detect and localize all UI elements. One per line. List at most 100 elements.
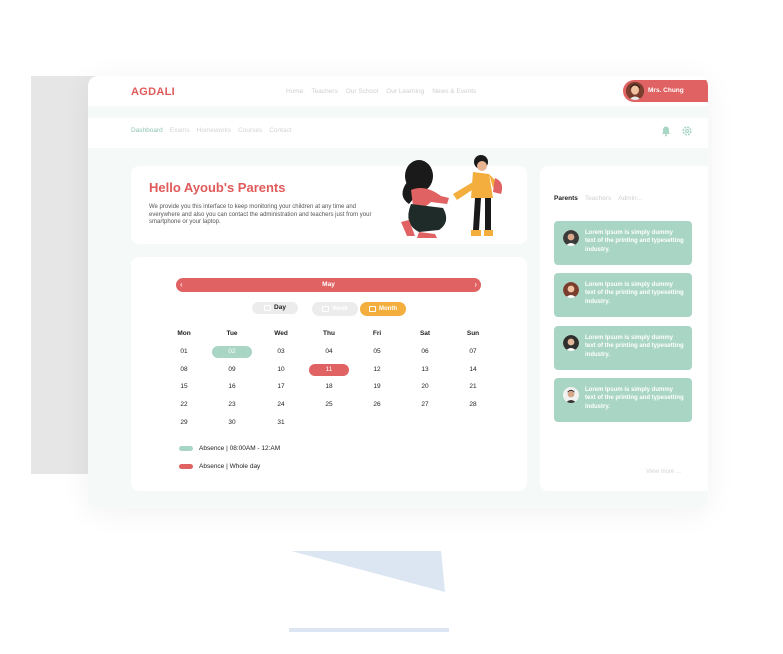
view-day-button[interactable]: Day xyxy=(252,302,298,314)
month-switcher: ‹ May › xyxy=(176,278,481,292)
calendar-card: ‹ May › Day Week Month Mon Tue Wed Thu F… xyxy=(131,257,527,491)
view-week-button[interactable]: Week xyxy=(312,302,358,316)
app-window: AGDALI Home Teachers Our School Our Lear… xyxy=(88,76,708,508)
legend-swatch-red xyxy=(179,464,193,469)
calendar-icon xyxy=(322,306,330,312)
calendar-day[interactable]: 19 xyxy=(357,381,397,393)
weekday-fri: Fri xyxy=(372,330,382,337)
view-month-button[interactable]: Month xyxy=(360,302,406,316)
calendar-day[interactable]: 10 xyxy=(261,364,301,376)
calendar-day[interactable]: 03 xyxy=(261,346,301,358)
weekday-wed: Wed xyxy=(274,330,288,337)
calendar-day[interactable]: 05 xyxy=(357,346,397,358)
legend-partial-absence: Absence | 08:00AM - 12:AM xyxy=(179,445,280,452)
message-card[interactable]: Lorem Ipsum is simply dummy text of the … xyxy=(554,221,692,265)
legend-label: Absence | Whole day xyxy=(199,463,261,470)
subnav-contact[interactable]: Contact xyxy=(269,127,291,134)
calendar-day[interactable]: 29 xyxy=(164,417,204,429)
legend-full-absence: Absence | Whole day xyxy=(179,463,260,470)
subnav-courses[interactable]: Courses xyxy=(238,127,262,134)
view-more-link[interactable]: View more ... xyxy=(646,469,681,475)
messages-panel: Parents Teachers Admin... Lorem Ipsum is… xyxy=(540,166,708,491)
calendar-day[interactable]: 24 xyxy=(261,399,301,411)
calendar-day[interactable]: 31 xyxy=(261,417,301,429)
user-name: Mrs. Chung xyxy=(648,87,684,94)
top-nav: Home Teachers Our School Our Learning Ne… xyxy=(286,88,476,95)
calendar-day[interactable]: 07 xyxy=(453,346,493,358)
calendar-day-partial-absence[interactable]: 02 xyxy=(212,346,252,358)
avatar xyxy=(563,335,579,351)
calendar-day[interactable]: 08 xyxy=(164,364,204,376)
parent-child-illustration xyxy=(401,155,503,238)
calendar-day[interactable]: 16 xyxy=(212,381,252,393)
welcome-title: Hello Ayoub's Parents xyxy=(149,180,286,195)
calendar-icon xyxy=(264,305,272,311)
weekday-thu: Thu xyxy=(323,330,335,337)
message-text: Lorem Ipsum is simply dummy text of the … xyxy=(585,282,684,305)
calendar-icon xyxy=(369,306,376,312)
chevron-right-icon[interactable]: › xyxy=(474,280,477,289)
messages-tabs: Parents Teachers Admin... xyxy=(554,195,642,202)
calendar-day[interactable]: 27 xyxy=(405,399,445,411)
monitor-stand-base xyxy=(289,628,449,632)
weekday-sat: Sat xyxy=(419,330,431,337)
calendar-day[interactable]: 28 xyxy=(453,399,493,411)
calendar-day[interactable]: 23 xyxy=(212,399,252,411)
calendar-day[interactable]: 26 xyxy=(357,399,397,411)
weekday-sun: Sun xyxy=(466,330,480,337)
avatar xyxy=(626,82,644,100)
calendar-day[interactable]: 25 xyxy=(309,399,349,411)
message-text: Lorem Ipsum is simply dummy text of the … xyxy=(585,230,684,253)
weekday-tue: Tue xyxy=(226,330,238,337)
calendar-day[interactable]: 17 xyxy=(261,381,301,393)
calendar-day[interactable]: 09 xyxy=(212,364,252,376)
legend-swatch-mint xyxy=(179,446,193,451)
avatar xyxy=(563,230,579,246)
user-menu-button[interactable]: Mrs. Chung xyxy=(623,80,708,102)
nav-home[interactable]: Home xyxy=(286,88,303,95)
calendar-day[interactable]: 21 xyxy=(453,381,493,393)
view-month-label: Month xyxy=(379,306,397,312)
calendar-day[interactable]: 20 xyxy=(405,381,445,393)
current-month: May xyxy=(322,281,335,288)
view-week-label: Week xyxy=(332,306,348,312)
tab-teachers[interactable]: Teachers xyxy=(585,195,611,202)
subnav-exams[interactable]: Exams xyxy=(170,127,190,134)
secondary-navbar: Dashboard Exams Homeworks Courses Contac… xyxy=(88,118,708,148)
tab-admin[interactable]: Admin... xyxy=(618,195,642,202)
avatar xyxy=(563,387,579,403)
message-card[interactable]: Lorem Ipsum is simply dummy text of the … xyxy=(554,378,692,422)
subnav-homeworks[interactable]: Homeworks xyxy=(197,127,231,134)
calendar-day[interactable]: 13 xyxy=(405,364,445,376)
calendar-day[interactable]: 15 xyxy=(164,381,204,393)
calendar-day[interactable]: 06 xyxy=(405,346,445,358)
nav-news-events[interactable]: News & Events xyxy=(432,88,476,95)
gear-icon[interactable] xyxy=(681,125,693,137)
calendar-day[interactable]: 01 xyxy=(164,346,204,358)
calendar-day-full-absence[interactable]: 11 xyxy=(309,364,349,376)
avatar xyxy=(563,282,579,298)
subnav-dashboard[interactable]: Dashboard xyxy=(131,127,163,134)
calendar-day[interactable]: 14 xyxy=(453,364,493,376)
message-card[interactable]: Lorem Ipsum is simply dummy text of the … xyxy=(554,273,692,317)
tab-parents[interactable]: Parents xyxy=(554,195,578,202)
nav-our-school[interactable]: Our School xyxy=(346,88,379,95)
calendar-day[interactable]: 04 xyxy=(309,346,349,358)
weekday-mon: Mon xyxy=(177,330,191,337)
message-text: Lorem Ipsum is simply dummy text of the … xyxy=(585,387,684,410)
calendar-day[interactable]: 22 xyxy=(164,399,204,411)
bell-icon[interactable] xyxy=(660,125,672,137)
calendar-day[interactable]: 30 xyxy=(212,417,252,429)
welcome-text: We provide you this interface to keep mo… xyxy=(149,204,372,226)
nav-teachers[interactable]: Teachers xyxy=(311,88,337,95)
message-text: Lorem Ipsum is simply dummy text of the … xyxy=(585,335,684,358)
calendar-day[interactable]: 12 xyxy=(357,364,397,376)
top-navbar: AGDALI Home Teachers Our School Our Lear… xyxy=(88,76,708,106)
nav-our-learning[interactable]: Our Learning xyxy=(386,88,424,95)
view-day-label: Day xyxy=(274,304,286,311)
message-card[interactable]: Lorem Ipsum is simply dummy text of the … xyxy=(554,326,692,370)
legend-label: Absence | 08:00AM - 12:AM xyxy=(199,445,281,452)
logo[interactable]: AGDALI xyxy=(131,86,175,98)
welcome-card: Hello Ayoub's Parents We provide you thi… xyxy=(131,155,527,244)
calendar-day[interactable]: 18 xyxy=(309,381,349,393)
